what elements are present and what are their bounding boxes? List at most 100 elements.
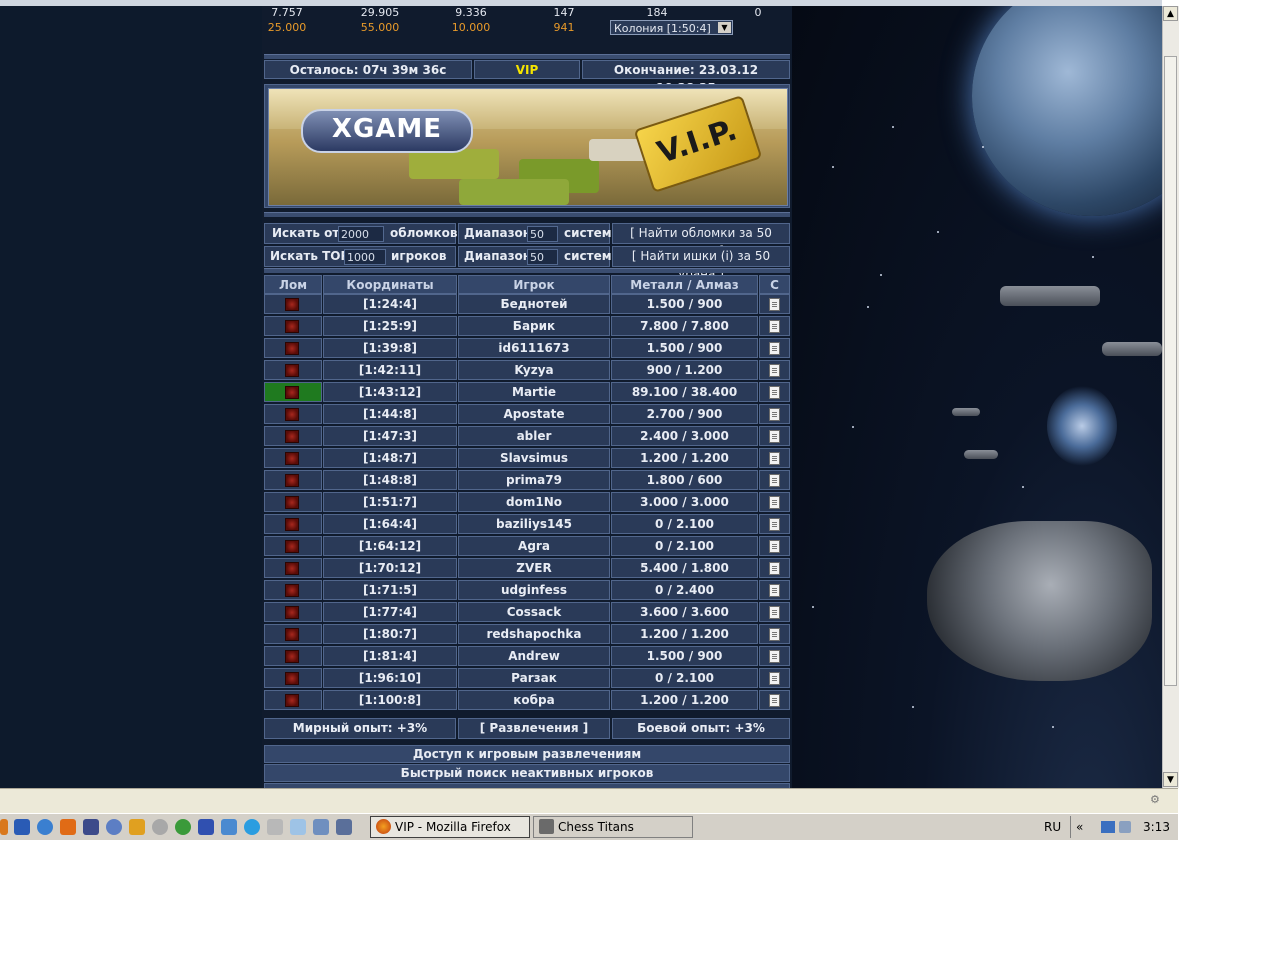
copy-coordinates-button[interactable]	[759, 294, 790, 314]
debris-cell[interactable]	[264, 316, 322, 336]
coordinates-link[interactable]: [1:70:12]	[323, 558, 457, 578]
document-icon[interactable]	[769, 562, 780, 575]
coordinates-link[interactable]: [1:42:11]	[323, 360, 457, 380]
player-name[interactable]: Parзак	[458, 668, 610, 688]
document-icon[interactable]	[769, 408, 780, 421]
debris-icon[interactable]	[285, 364, 299, 377]
coordinates-link[interactable]: [1:48:7]	[323, 448, 457, 468]
debris-icon[interactable]	[285, 628, 299, 641]
document-icon[interactable]	[769, 540, 780, 553]
coordinates-link[interactable]: [1:96:10]	[323, 668, 457, 688]
document-icon[interactable]	[769, 672, 780, 685]
debris-icon[interactable]	[285, 474, 299, 487]
coordinates-link[interactable]: [1:80:7]	[323, 624, 457, 644]
debris-cell[interactable]	[264, 558, 322, 578]
scroll-up-icon[interactable]: ▲	[1163, 6, 1178, 21]
debris-icon[interactable]	[285, 320, 299, 333]
ie-icon[interactable]	[37, 819, 53, 835]
player-name[interactable]: Slavsimus	[458, 448, 610, 468]
entertainment-link[interactable]: [ Развлечения ]	[458, 718, 610, 739]
vertical-scrollbar[interactable]: ▲ ▼	[1162, 6, 1179, 788]
player-name[interactable]: Барик	[458, 316, 610, 336]
language-indicator[interactable]: RU	[1044, 816, 1061, 838]
taskbar-chess-button[interactable]: Chess Titans	[533, 816, 693, 838]
document-icon[interactable]	[769, 452, 780, 465]
debris-icon[interactable]	[285, 540, 299, 553]
debris-cell[interactable]	[264, 294, 322, 314]
player-name[interactable]: id6111673	[458, 338, 610, 358]
document-icon[interactable]	[769, 342, 780, 355]
debris-icon[interactable]	[285, 452, 299, 465]
debris-cell[interactable]	[264, 338, 322, 358]
player-name[interactable]: Andrew	[458, 646, 610, 666]
player-name[interactable]: Apostate	[458, 404, 610, 424]
debris-icon[interactable]	[285, 606, 299, 619]
taskbar-firefox-button[interactable]: VIP - Mozilla Firefox	[370, 816, 530, 838]
min-debris-input[interactable]: 2000	[338, 226, 384, 242]
debris-icon[interactable]	[285, 694, 299, 707]
copy-coordinates-button[interactable]	[759, 580, 790, 600]
debris-cell[interactable]	[264, 646, 322, 666]
debris-icon[interactable]	[285, 496, 299, 509]
player-name[interactable]: Agra	[458, 536, 610, 556]
coordinates-link[interactable]: [1:77:4]	[323, 602, 457, 622]
document-icon[interactable]	[769, 694, 780, 707]
debris-cell[interactable]	[264, 536, 322, 556]
copy-coordinates-button[interactable]	[759, 338, 790, 358]
copy-coordinates-button[interactable]	[759, 448, 790, 468]
document-icon[interactable]	[769, 298, 780, 311]
debris-cell[interactable]	[264, 602, 322, 622]
app-icon[interactable]	[336, 819, 352, 835]
document-icon[interactable]	[769, 518, 780, 531]
document-icon[interactable]	[769, 364, 780, 377]
player-name[interactable]: abler	[458, 426, 610, 446]
debris-cell[interactable]	[264, 382, 322, 402]
coordinates-link[interactable]: [1:48:8]	[323, 470, 457, 490]
copy-coordinates-button[interactable]	[759, 514, 790, 534]
coordinates-link[interactable]: [1:44:8]	[323, 404, 457, 424]
copy-coordinates-button[interactable]	[759, 382, 790, 402]
debris-cell[interactable]	[264, 514, 322, 534]
document-icon[interactable]	[769, 628, 780, 641]
tray-expand-button[interactable]: «	[1076, 816, 1083, 838]
coordinates-link[interactable]: [1:24:4]	[323, 294, 457, 314]
coordinates-link[interactable]: [1:39:8]	[323, 338, 457, 358]
coordinates-link[interactable]: [1:71:5]	[323, 580, 457, 600]
app-icon[interactable]	[313, 819, 329, 835]
document-icon[interactable]	[769, 650, 780, 663]
network-icon[interactable]	[1101, 821, 1115, 833]
app-icon[interactable]	[221, 819, 237, 835]
debris-cell[interactable]	[264, 448, 322, 468]
player-name[interactable]: dom1No	[458, 492, 610, 512]
debris-cell[interactable]	[264, 470, 322, 490]
players-range-input[interactable]: 50	[527, 249, 558, 265]
document-icon[interactable]	[769, 474, 780, 487]
document-icon[interactable]	[769, 584, 780, 597]
colony-select[interactable]: Колония [1:50:4] ▼	[610, 20, 733, 35]
copy-coordinates-button[interactable]	[759, 360, 790, 380]
coordinates-link[interactable]: [1:64:12]	[323, 536, 457, 556]
coordinates-link[interactable]: [1:25:9]	[323, 316, 457, 336]
debris-cell[interactable]	[264, 492, 322, 512]
document-icon[interactable]	[769, 320, 780, 333]
copy-coordinates-button[interactable]	[759, 624, 790, 644]
app-icon[interactable]	[129, 819, 145, 835]
debris-icon[interactable]	[285, 518, 299, 531]
copy-coordinates-button[interactable]	[759, 668, 790, 688]
debris-icon[interactable]	[285, 342, 299, 355]
skype-icon[interactable]	[244, 819, 260, 835]
debris-cell[interactable]	[264, 690, 322, 710]
debris-icon[interactable]	[285, 408, 299, 421]
copy-coordinates-button[interactable]	[759, 404, 790, 424]
debris-range-input[interactable]: 50	[527, 226, 558, 242]
player-name[interactable]: ZVER	[458, 558, 610, 578]
player-name[interactable]: udginfess	[458, 580, 610, 600]
coordinates-link[interactable]: [1:43:12]	[323, 382, 457, 402]
player-name[interactable]: redshapochka	[458, 624, 610, 644]
debris-icon[interactable]	[285, 584, 299, 597]
inactive-players-search-link[interactable]: Быстрый поиск неактивных игроков	[264, 764, 790, 782]
coordinates-link[interactable]: [1:100:8]	[323, 690, 457, 710]
debris-cell[interactable]	[264, 404, 322, 424]
chevron-down-icon[interactable]: ▼	[718, 22, 731, 33]
debris-cell[interactable]	[264, 426, 322, 446]
